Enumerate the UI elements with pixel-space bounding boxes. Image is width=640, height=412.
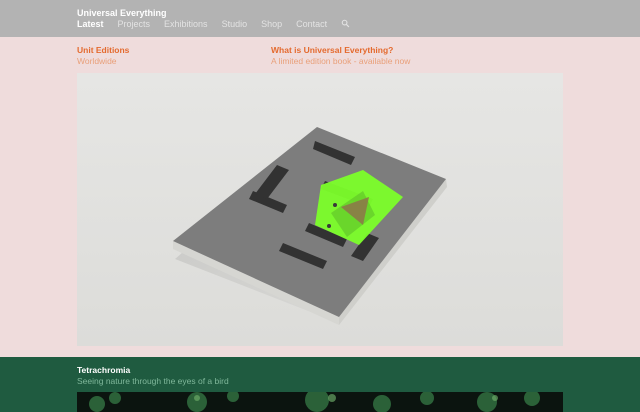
feature-source-sub: Worldwide: [77, 56, 117, 66]
feature-subtitle: A limited edition book - available now: [271, 56, 411, 66]
feature2-image[interactable]: [77, 392, 563, 412]
site-header: Universal Everything Latest Projects Exh…: [0, 0, 640, 37]
nav-exhibitions[interactable]: Exhibitions: [164, 19, 208, 29]
main-nav: Latest Projects Exhibitions Studio Shop …: [77, 19, 350, 29]
search-icon[interactable]: [341, 19, 350, 28]
feature2-subtitle: Seeing nature through the eyes of a bird: [77, 376, 229, 386]
nav-projects[interactable]: Projects: [118, 19, 151, 29]
feature-meta-right: What is Universal Everything? A limited …: [271, 45, 410, 67]
book-illustration: [77, 73, 563, 346]
feature-meta-left: Unit Editions Worldwide: [77, 45, 129, 67]
feature-title[interactable]: What is Universal Everything?: [271, 45, 410, 56]
nav-latest[interactable]: Latest: [77, 19, 104, 29]
nav-contact[interactable]: Contact: [296, 19, 327, 29]
feature2-title[interactable]: Tetrachromia: [77, 365, 130, 375]
feature-tetrachromia: Tetrachromia Seeing nature through the e…: [0, 357, 640, 412]
nav-shop[interactable]: Shop: [261, 19, 282, 29]
feature-unit-editions: Unit Editions Worldwide What is Universa…: [0, 37, 640, 357]
brand-logo[interactable]: Universal Everything: [77, 8, 167, 18]
forest-image: [77, 392, 563, 412]
nav-studio[interactable]: Studio: [222, 19, 248, 29]
feature-source-title[interactable]: Unit Editions: [77, 45, 129, 56]
feature-hero-image[interactable]: [77, 73, 563, 346]
